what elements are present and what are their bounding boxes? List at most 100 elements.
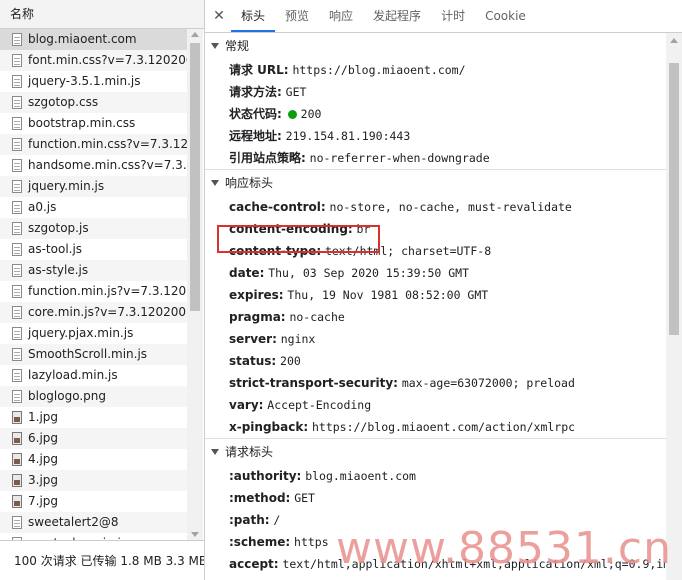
request-name: szgotop.js xyxy=(28,221,89,235)
scroll-up-arrow-icon[interactable] xyxy=(670,38,678,43)
request-list-item[interactable]: 3.jpg xyxy=(0,470,187,491)
header-row: :method: GET xyxy=(205,487,666,509)
details-tab-bar: ✕ 标头 预览 响应 发起程序 计时 Cookie xyxy=(205,0,682,33)
tab-2[interactable]: 响应 xyxy=(319,0,363,32)
header-row: x-pingback: https://blog.miaoent.com/act… xyxy=(205,416,666,438)
document-file-icon xyxy=(12,33,22,46)
request-name: as-style.js xyxy=(28,263,89,277)
request-headers-section-header[interactable]: 请求标头 xyxy=(205,439,666,465)
header-key: date: xyxy=(229,266,265,280)
request-list-item[interactable]: mustache.min.js xyxy=(0,533,187,540)
headers-view: 常规 请求 URL: https://blog.miaoent.com/请求方法… xyxy=(205,33,666,580)
header-key: strict-transport-security: xyxy=(229,376,398,390)
image-file-icon xyxy=(12,495,22,508)
response-headers-section-header[interactable]: 响应标头 xyxy=(205,170,666,196)
collapse-triangle-icon xyxy=(211,449,219,455)
request-list-item[interactable]: lazyload.min.js xyxy=(0,365,187,386)
request-name: font.min.css?v=7.3.120200815 xyxy=(28,53,187,67)
header-value: nginx xyxy=(280,332,316,346)
header-key: x-pingback: xyxy=(229,420,309,434)
header-key: 引用站点策略: xyxy=(229,151,306,165)
request-name: as-tool.js xyxy=(28,242,83,256)
header-row: status: 200 xyxy=(205,350,666,372)
document-file-icon xyxy=(12,285,22,298)
document-file-icon xyxy=(12,348,22,361)
request-list-item[interactable]: core.min.js?v=7.3.120200815C xyxy=(0,302,187,323)
header-value: blog.miaoent.com xyxy=(305,469,416,483)
request-list-item[interactable]: a0.js xyxy=(0,197,187,218)
general-section-header[interactable]: 常规 xyxy=(205,33,666,59)
close-icon[interactable]: ✕ xyxy=(207,8,231,24)
request-name: bootstrap.min.css xyxy=(28,116,136,130)
document-file-icon xyxy=(12,243,22,256)
request-name: 4.jpg xyxy=(28,452,59,466)
header-row: 远程地址: 219.154.81.190:443 xyxy=(205,125,666,147)
image-file-icon xyxy=(12,432,22,445)
request-list-item[interactable]: jquery.min.js xyxy=(0,176,187,197)
request-list-item[interactable]: 6.jpg xyxy=(0,428,187,449)
request-list-item[interactable]: bootstrap.min.css xyxy=(0,113,187,134)
watermark-text: www.88531.cn xyxy=(336,523,672,574)
tab-3[interactable]: 发起程序 xyxy=(363,0,431,32)
request-name: sweetalert2@8 xyxy=(28,515,119,529)
request-list-item[interactable]: handsome.min.css?v=7.3.1202 xyxy=(0,155,187,176)
request-list-scrollbar[interactable] xyxy=(187,29,203,540)
request-list-item[interactable]: 7.jpg xyxy=(0,491,187,512)
header-value: max-age=63072000; preload xyxy=(401,376,575,390)
scrollbar-thumb[interactable] xyxy=(190,43,200,311)
header-row: 请求 URL: https://blog.miaoent.com/ xyxy=(205,59,666,81)
tab-4[interactable]: 计时 xyxy=(431,0,475,32)
request-name: SmoothScroll.min.js xyxy=(28,347,148,361)
document-file-icon xyxy=(12,96,22,109)
request-list-item[interactable]: function.min.js?v=7.3.1202008 xyxy=(0,281,187,302)
request-name: lazyload.min.js xyxy=(28,368,118,382)
header-row: cache-control: no-store, no-cache, must-… xyxy=(205,196,666,218)
header-value: Thu, 03 Sep 2020 15:39:50 GMT xyxy=(268,266,469,280)
network-summary-status: 100 次请求 已传输 1.8 MB 3.3 MB xyxy=(0,540,204,580)
request-list-item[interactable]: function.min.css?v=7.3.120200 xyxy=(0,134,187,155)
document-file-icon xyxy=(12,201,22,214)
tab-1[interactable]: 预览 xyxy=(275,0,319,32)
request-name: mustache.min.js xyxy=(28,533,127,540)
header-row: strict-transport-security: max-age=63072… xyxy=(205,372,666,394)
request-list-item[interactable]: SmoothScroll.min.js xyxy=(0,344,187,365)
header-value: 219.154.81.190:443 xyxy=(285,129,411,143)
header-value: 200 xyxy=(280,354,301,368)
header-key: 状态代码: xyxy=(229,107,282,121)
scroll-up-arrow-icon[interactable] xyxy=(191,32,199,37)
request-list-item[interactable]: sweetalert2@8 xyxy=(0,512,187,533)
request-list-item[interactable]: szgotop.js xyxy=(0,218,187,239)
request-name: function.min.css?v=7.3.120200 xyxy=(28,137,187,151)
collapse-triangle-icon xyxy=(211,180,219,186)
header-row: 引用站点策略: no-referrer-when-downgrade xyxy=(205,147,666,169)
scrollbar-thumb[interactable] xyxy=(669,63,679,335)
name-column-header[interactable]: 名称 xyxy=(0,0,204,29)
request-list-item[interactable]: szgotop.css xyxy=(0,92,187,113)
details-scrollbar[interactable] xyxy=(666,33,682,580)
request-list-item[interactable]: as-tool.js xyxy=(0,239,187,260)
request-list-item[interactable]: 1.jpg xyxy=(0,407,187,428)
request-list-item[interactable]: bloglogo.png xyxy=(0,386,187,407)
header-row: :authority: blog.miaoent.com xyxy=(205,465,666,487)
request-list-item[interactable]: as-style.js xyxy=(0,260,187,281)
document-file-icon xyxy=(12,159,22,172)
document-file-icon xyxy=(12,306,22,319)
request-details-panel: ✕ 标头 预览 响应 发起程序 计时 Cookie 常规 请求 URL: https://… xyxy=(205,0,682,580)
header-key: 远程地址: xyxy=(229,129,282,143)
tab-0[interactable]: 标头 xyxy=(231,0,276,32)
header-row: expires: Thu, 19 Nov 1981 08:52:00 GMT xyxy=(205,284,666,306)
request-list-panel: 名称 blog.miaoent.com font.min.css?v=7.3.12… xyxy=(0,0,205,580)
request-list-item[interactable]: blog.miaoent.com xyxy=(0,29,187,50)
general-section: 常规 请求 URL: https://blog.miaoent.com/请求方法… xyxy=(205,33,666,169)
request-list: blog.miaoent.com font.min.css?v=7.3.12020… xyxy=(0,29,187,540)
request-name: 6.jpg xyxy=(28,431,59,445)
request-list-item[interactable]: font.min.css?v=7.3.120200815 xyxy=(0,50,187,71)
header-key: 请求 URL: xyxy=(229,63,289,77)
scroll-down-arrow-icon[interactable] xyxy=(191,532,199,537)
request-list-item[interactable]: 4.jpg xyxy=(0,449,187,470)
tab-5[interactable]: Cookie xyxy=(475,0,536,32)
request-list-item[interactable]: jquery-3.5.1.min.js xyxy=(0,71,187,92)
request-list-item[interactable]: jquery.pjax.min.js xyxy=(0,323,187,344)
request-name: function.min.js?v=7.3.1202008 xyxy=(28,284,187,298)
header-key: vary: xyxy=(229,398,264,412)
